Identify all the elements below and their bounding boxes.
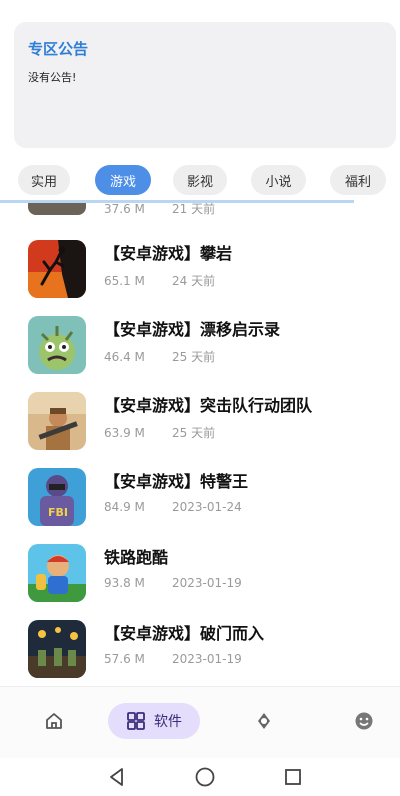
breach-game-icon xyxy=(28,620,86,678)
item-size: 84.9 M xyxy=(104,500,145,514)
list-item[interactable]: FBI 【安卓游戏】特警王 84.9 M 2023-01-24 xyxy=(0,460,400,536)
item-name: 【安卓游戏】破门而入 xyxy=(104,624,265,643)
list-item[interactable]: 铁路跑酷 93.8 M 2023-01-19 xyxy=(0,536,400,612)
subway-surfer-icon xyxy=(28,544,86,602)
compass-icon xyxy=(258,713,270,729)
bottom-navigation: 软件 xyxy=(0,686,400,758)
commando-game-icon xyxy=(28,392,86,450)
back-triangle-icon xyxy=(110,768,123,786)
list-item[interactable]: 【安卓游戏】突击队行动团队 63.9 M 25 天前 xyxy=(0,384,400,460)
home-icon xyxy=(46,713,62,729)
system-navigation-bar xyxy=(0,758,400,796)
item-size: 93.8 M xyxy=(104,576,145,590)
tab-fuli[interactable]: 福利 xyxy=(330,165,386,195)
system-back-button[interactable] xyxy=(106,766,128,788)
announcement-card: 专区公告 没有公告! xyxy=(14,22,396,148)
tab-youxi[interactable]: 游戏 xyxy=(95,165,151,195)
tab-xiaoshuo[interactable]: 小说 xyxy=(251,165,306,195)
tab-shiyong[interactable]: 实用 xyxy=(18,165,70,195)
category-tabs: 实用 游戏 影视 小说 福利 xyxy=(0,160,400,200)
list-item[interactable]: 【安卓游戏】破门而入 57.6 M 2023-01-19 xyxy=(0,612,400,683)
smiley-icon xyxy=(355,712,373,730)
system-home-button[interactable] xyxy=(194,766,216,788)
svg-text:FBI: FBI xyxy=(48,506,68,519)
item-date: 24 天前 xyxy=(172,274,216,288)
item-date: 25 天前 xyxy=(172,350,216,364)
item-name: 【安卓游戏】突击队行动团队 xyxy=(104,396,313,415)
nav-profile[interactable] xyxy=(346,703,382,739)
nav-home[interactable] xyxy=(36,703,72,739)
announcement-body: 没有公告! xyxy=(28,71,77,84)
item-date: 21 天前 xyxy=(172,203,216,216)
nav-software[interactable]: 软件 xyxy=(108,703,200,739)
app-list[interactable]: 37.6 M 21 天前 【安卓游戏】攀岩 65.1 M 24 天前 【安卓游戏… xyxy=(0,203,400,683)
item-date: 2023-01-19 xyxy=(172,652,242,666)
climbing-game-icon xyxy=(28,240,86,298)
tab-yingshi[interactable]: 影视 xyxy=(173,165,227,195)
system-recents-button[interactable] xyxy=(282,766,304,788)
item-size: 63.9 M xyxy=(104,426,145,440)
item-date: 2023-01-19 xyxy=(172,576,242,590)
item-size: 65.1 M xyxy=(104,274,145,288)
item-name: 【安卓游戏】攀岩 xyxy=(104,244,233,263)
announcement-title: 专区公告 xyxy=(28,40,89,58)
item-date: 2023-01-24 xyxy=(172,500,242,514)
recents-square-icon xyxy=(285,769,301,785)
item-size: 46.4 M xyxy=(104,350,145,364)
nav-software-label: 软件 xyxy=(154,714,182,730)
grid-icon xyxy=(127,712,145,730)
item-name: 【安卓游戏】漂移启示录 xyxy=(104,320,281,339)
home-circle-icon xyxy=(195,767,215,787)
swat-game-icon: FBI xyxy=(28,468,86,526)
zombie-drift-game-icon xyxy=(28,316,86,374)
list-item-partial[interactable]: 37.6 M 21 天前 xyxy=(0,203,400,221)
nav-discover[interactable] xyxy=(246,703,282,739)
item-name: 铁路跑酷 xyxy=(104,548,169,567)
item-date: 25 天前 xyxy=(172,426,216,440)
partial-app-icon xyxy=(28,203,86,215)
item-size: 37.6 M xyxy=(104,203,145,216)
item-size: 57.6 M xyxy=(104,652,145,666)
list-item[interactable]: 【安卓游戏】漂移启示录 46.4 M 25 天前 xyxy=(0,308,400,384)
item-name: 【安卓游戏】特警王 xyxy=(104,472,249,491)
list-item[interactable]: 【安卓游戏】攀岩 65.1 M 24 天前 xyxy=(0,232,400,308)
